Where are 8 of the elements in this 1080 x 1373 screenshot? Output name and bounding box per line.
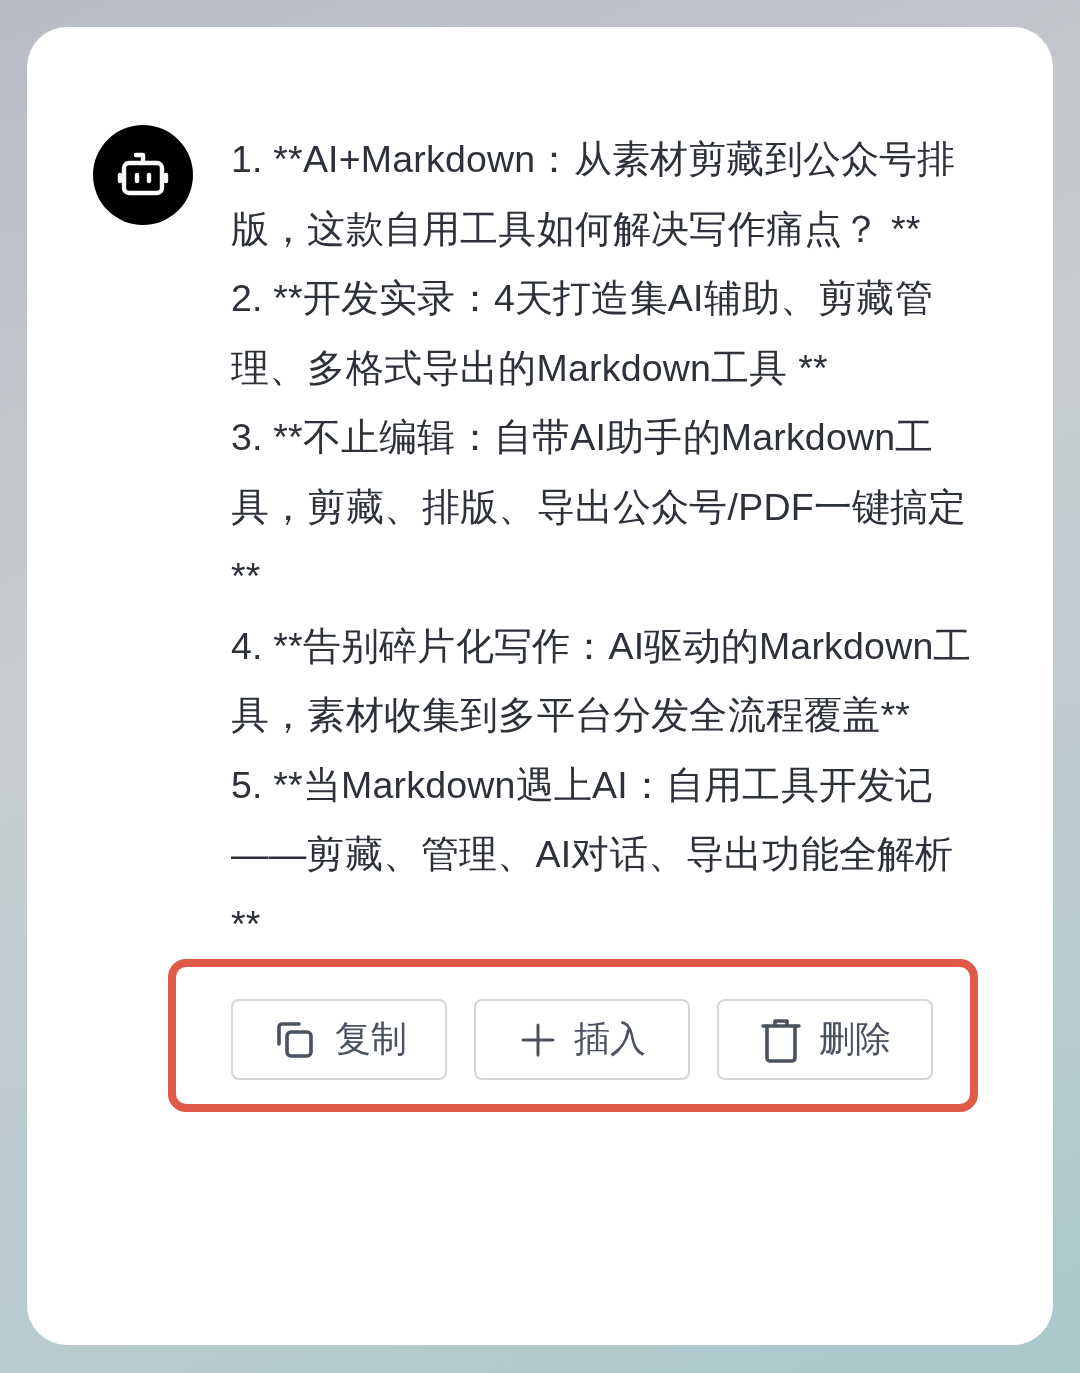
message-text: 5. **当Markdown遇上AI：自用工具开发记——剪藏、管理、AI对话、导出功能全解析**: [231, 762, 955, 947]
message-text: 2. **开发实录：4天打造集AI辅助、剪藏管理、多格式导出的Markdown工具 **: [231, 276, 934, 391]
delete-button[interactable]: 删除: [717, 999, 933, 1080]
message-text: 1. **AI+Markdown：从素材剪藏到公众号排版，这款自用工具如何解决写作痛点？ **: [231, 137, 957, 252]
message-text: 3. **不止编辑：自带AI助手的Markdown工具，剪藏、排版、导出公众号/PDF一键搞定**: [231, 415, 968, 599]
copy-button[interactable]: 复制: [231, 999, 447, 1080]
insert-button[interactable]: 插入: [474, 999, 690, 1080]
message-text: 4. **告别碎片化写作：AI驱动的Markdown工具，素材收集到多平台分发全流程覆盖**: [231, 623, 973, 738]
